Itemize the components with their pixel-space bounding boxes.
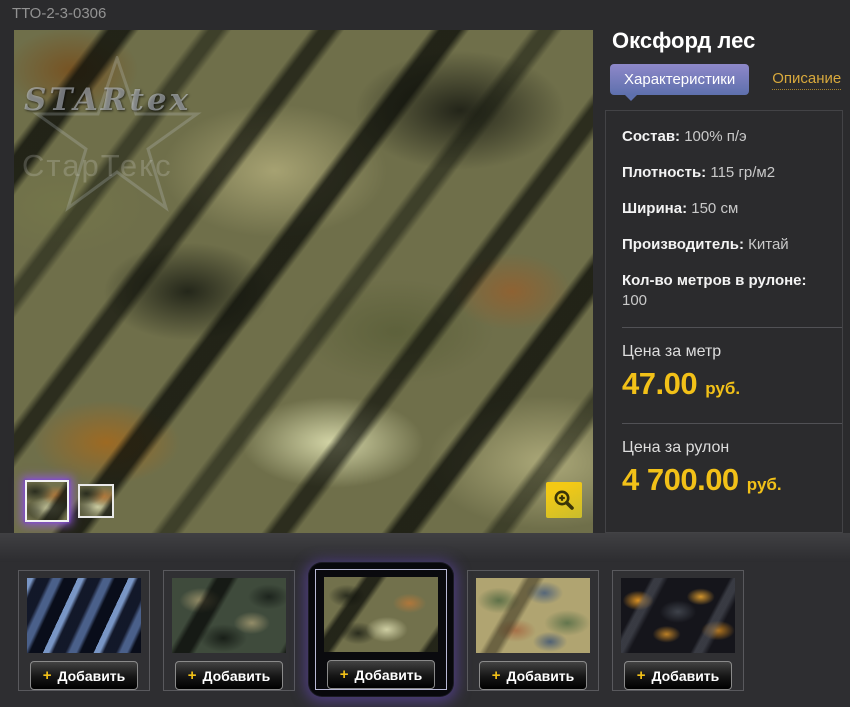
section-fade: [0, 533, 850, 562]
add-button-label: Добавить: [354, 666, 423, 683]
spec-value: 115 гр/м2: [710, 164, 776, 181]
add-button[interactable]: + Добавить: [175, 661, 283, 690]
watermark-star-icon: [32, 56, 202, 212]
add-button-label: Добавить: [57, 667, 126, 684]
page-title: Оксфорд лес: [612, 28, 756, 53]
related-thumbnail-classic-camo[interactable]: [476, 578, 590, 653]
related-thumbnail-autumn-camo[interactable]: [621, 578, 735, 653]
plus-icon: +: [187, 667, 197, 684]
zoom-button[interactable]: [546, 482, 582, 518]
divider: [622, 327, 842, 328]
spec-row: Плотность: 115 гр/м2: [622, 163, 826, 183]
add-button[interactable]: + Добавить: [624, 661, 732, 690]
spec-row: Кол-во метров в рулоне: 100: [622, 271, 826, 311]
price-per-roll-value: 4 700.00 руб.: [622, 462, 842, 498]
related-thumbnail-forest-camo[interactable]: [324, 577, 438, 652]
add-button[interactable]: + Добавить: [479, 661, 587, 690]
spec-value: 150 см: [691, 200, 739, 217]
spec-value: 100: [622, 292, 648, 309]
price-number: 4 700.00: [622, 462, 739, 497]
price-currency: руб.: [705, 379, 741, 398]
add-button[interactable]: + Добавить: [30, 661, 138, 690]
spec-label: Производитель:: [622, 236, 744, 253]
plus-icon: +: [491, 667, 501, 684]
related-card: + Добавить: [467, 570, 599, 691]
fabric-photo[interactable]: STARtex СтарТекс: [14, 30, 593, 533]
magnifier-plus-icon: [554, 490, 574, 510]
spec-value: 100% п/э: [684, 128, 747, 145]
add-button-label: Добавить: [506, 667, 575, 684]
watermark-text-2: СтарТекс: [22, 148, 173, 183]
product-code: ТТО-2-3-0306: [12, 5, 107, 22]
add-button-label: Добавить: [202, 667, 271, 684]
related-card-selected: + Добавить: [315, 569, 447, 690]
price-currency: руб.: [746, 475, 782, 494]
spec-label: Состав:: [622, 128, 681, 145]
watermark-text: STARtex: [24, 82, 192, 118]
spec-value: Китай: [748, 236, 789, 253]
plus-icon: +: [636, 667, 646, 684]
spec-label: Кол-во метров в рулоне:: [622, 272, 807, 289]
price-per-meter-label: Цена за метр: [622, 343, 722, 360]
price-per-roll-label: Цена за рулон: [622, 439, 730, 456]
related-card: + Добавить: [18, 570, 150, 691]
spec-label: Ширина:: [622, 200, 688, 217]
tab-characteristics[interactable]: Характеристики: [610, 64, 750, 101]
plus-icon: +: [339, 666, 349, 683]
add-button-label: Добавить: [651, 667, 720, 684]
price-number: 47.00: [622, 366, 698, 401]
tab-description[interactable]: Описание: [772, 70, 842, 90]
price-area: Цена за метр 47.00 руб. Цена за рулон 4 …: [606, 327, 842, 533]
related-card: + Добавить: [612, 570, 744, 691]
related-thumbnail-blue-camo[interactable]: [27, 578, 141, 653]
tab-bar: Характеристики Описание: [610, 64, 842, 101]
related-card: + Добавить: [163, 570, 295, 691]
plus-icon: +: [42, 667, 52, 684]
add-button[interactable]: + Добавить: [327, 660, 435, 689]
related-products-strip: + Добавить + Добавить + Добавить + Добав…: [0, 562, 850, 707]
selected-card-frame: + Добавить: [309, 563, 453, 696]
spec-row: Состав: 100% п/э: [622, 127, 826, 147]
related-thumbnail-dark-green-camo[interactable]: [172, 578, 286, 653]
price-per-meter-value: 47.00 руб.: [622, 366, 842, 402]
gallery-thumbnail-selected[interactable]: [25, 480, 69, 522]
spec-row: Ширина: 150 см: [622, 199, 826, 219]
spec-row: Производитель: Китай: [622, 235, 826, 255]
gallery-thumbnail[interactable]: [78, 484, 114, 518]
specs-panel: Состав: 100% п/э Плотность: 115 гр/м2 Ши…: [605, 110, 843, 533]
spec-label: Плотность:: [622, 164, 707, 181]
divider: [622, 423, 842, 424]
